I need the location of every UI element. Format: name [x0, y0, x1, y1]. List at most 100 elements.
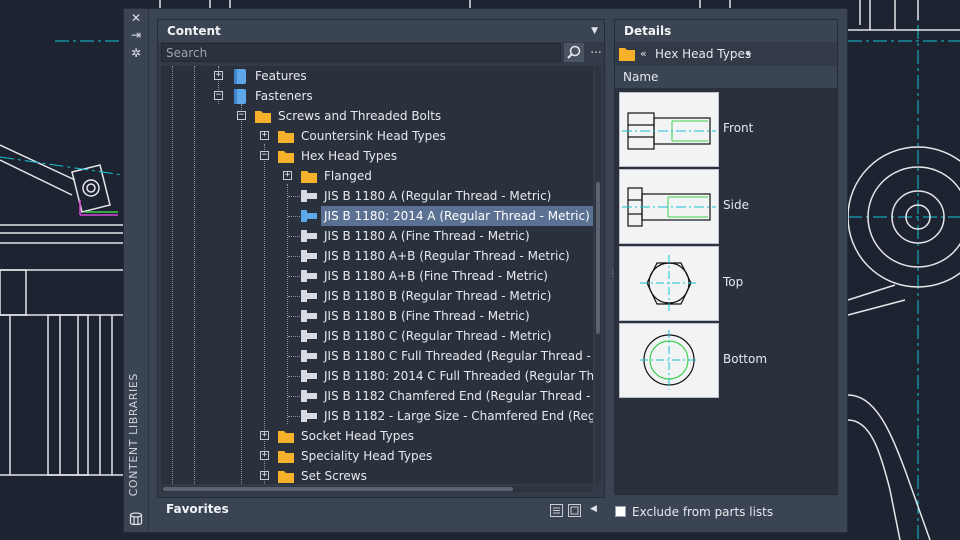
tree-item-label: JIS B 1180 A (Fine Thread - Metric)	[324, 229, 530, 243]
tree-item-bolt[interactable]: JIS B 1180 A (Fine Thread - Metric)	[161, 226, 593, 246]
view-label: Bottom	[723, 352, 768, 366]
tree-horizontal-scrollbar[interactable]	[161, 486, 593, 492]
tree-item-hex-head-types[interactable]: − Hex Head Types	[161, 146, 593, 166]
breadcrumb-forward-icon[interactable]: ▸	[747, 42, 752, 66]
side-view-thumbnail	[619, 169, 719, 244]
tree-item-label: Features	[255, 69, 307, 83]
content-tree: + Features − Fasteners − Screws and Thre…	[161, 66, 593, 484]
tree-item-bolt[interactable]: JIS B 1180 B (Regular Thread - Metric)	[161, 286, 593, 306]
tree-item-label: JIS B 1182 - Large Size - Chamfered End …	[324, 409, 593, 423]
tree-item-speciality-head-types[interactable]: + Speciality Head Types	[161, 446, 593, 466]
tree-item-bolt[interactable]: JIS B 1180 A+B (Regular Thread - Metric)	[161, 246, 593, 266]
view-label: Front	[723, 121, 754, 135]
tree-item-bolt[interactable]: JIS B 1180 B (Fine Thread - Metric)	[161, 306, 593, 326]
tree-item-label: JIS B 1180 A (Regular Thread - Metric)	[324, 189, 552, 203]
tree-item-bolt[interactable]: JIS B 1182 Chamfered End (Regular Thread…	[161, 386, 593, 406]
list-view-icon[interactable]	[550, 502, 563, 517]
bottom-view-thumbnail	[619, 323, 719, 398]
exclude-checkbox[interactable]	[615, 506, 626, 517]
tree-guide	[288, 376, 300, 377]
details-title: Details	[624, 24, 672, 38]
tree-guide	[288, 356, 300, 357]
palette-title: CONTENT LIBRARIES	[127, 372, 140, 496]
bolt-icon	[301, 370, 317, 382]
tree-item-bolt[interactable]: JIS B 1180 C (Regular Thread - Metric)	[161, 326, 593, 346]
search-input[interactable]	[161, 43, 561, 62]
details-header: Details	[615, 20, 837, 42]
view-item-side[interactable]: Side	[619, 169, 834, 245]
view-item-top[interactable]: Top	[619, 246, 834, 322]
search-row: ...	[161, 42, 603, 64]
tree-item-label: Screws and Threaded Bolts	[278, 109, 442, 123]
tree-vertical-scrollbar[interactable]	[595, 66, 601, 484]
tree-item-bolt[interactable]: JIS B 1180: 2014 C Full Threaded (Regula…	[161, 366, 593, 386]
collapse-arrow-icon[interactable]: ◀	[590, 498, 597, 520]
tree-item-bolt[interactable]: JIS B 1180 A+B (Fine Thread - Metric)	[161, 266, 593, 286]
expand-toggle-icon[interactable]: +	[283, 171, 292, 180]
tree-item-screws-and-threaded-bolts[interactable]: − Screws and Threaded Bolts	[161, 106, 593, 126]
search-icon[interactable]	[564, 43, 584, 62]
tree-guide	[288, 336, 300, 337]
bolt-icon	[301, 210, 317, 222]
tree-item-label: Speciality Head Types	[301, 449, 433, 463]
auto-hide-icon[interactable]: ⇥	[129, 28, 143, 42]
tree-item-label: JIS B 1180: 2014 C Full Threaded (Regula…	[324, 369, 593, 383]
tree-item-label: JIS B 1180 B (Regular Thread - Metric)	[324, 289, 552, 303]
expand-toggle-icon[interactable]: +	[214, 71, 223, 80]
tree-item-label: Socket Head Types	[301, 429, 414, 443]
bolt-icon	[301, 390, 317, 402]
expand-toggle-icon[interactable]: +	[260, 471, 269, 480]
tree-item-features[interactable]: + Features	[161, 66, 593, 86]
view-item-bottom[interactable]: Bottom	[619, 323, 834, 399]
folder-icon	[278, 451, 294, 463]
tree-item-label: JIS B 1180 C (Regular Thread - Metric)	[324, 329, 552, 343]
bolt-icon	[301, 290, 317, 302]
collapse-toggle-icon[interactable]: −	[214, 91, 223, 100]
expand-toggle-icon[interactable]: +	[260, 431, 269, 440]
library-icon[interactable]	[129, 512, 143, 526]
tree-item-bolt[interactable]: JIS B 1180 C Full Threaded (Regular Thre…	[161, 346, 593, 366]
view-label: Top	[723, 275, 744, 289]
breadcrumb-back-button[interactable]: «	[640, 42, 647, 66]
tree-item-bolt[interactable]: JIS B 1182 - Large Size - Chamfered End …	[161, 406, 593, 426]
properties-gear-icon[interactable]: ✲	[129, 46, 143, 60]
scrollbar-thumb[interactable]	[596, 182, 600, 334]
tree-item-label: Flanged	[324, 169, 372, 183]
tree-item-flanged[interactable]: + Flanged	[161, 166, 593, 186]
tree-item-label: JIS B 1182 Chamfered End (Regular Thread…	[324, 389, 593, 403]
tree-item-label: JIS B 1180: 2014 A (Regular Thread - Met…	[321, 206, 593, 226]
breadcrumb-current[interactable]: Hex Head Types	[655, 42, 751, 66]
palette-side-strip: ✕ ⇥ ✲ CONTENT LIBRARIES	[124, 9, 149, 532]
tree-item-bolt[interactable]: JIS B 1180 A (Regular Thread - Metric)	[161, 186, 593, 206]
tree-item-bolt-selected[interactable]: JIS B 1180: 2014 A (Regular Thread - Met…	[161, 206, 593, 226]
tree-item-fasteners[interactable]: − Fasteners	[161, 86, 593, 106]
expand-toggle-icon[interactable]: +	[260, 131, 269, 140]
folder-icon	[301, 171, 317, 183]
bolt-icon	[301, 410, 317, 422]
tree-item-label: JIS B 1180 C Full Threaded (Regular Thre…	[324, 349, 593, 363]
close-icon[interactable]: ✕	[129, 11, 143, 25]
collapse-toggle-icon[interactable]: −	[237, 111, 246, 120]
top-view-thumbnail	[619, 246, 719, 321]
expand-toggle-icon[interactable]: +	[260, 451, 269, 460]
icon-view-icon[interactable]	[568, 502, 581, 517]
folder-icon	[619, 48, 635, 61]
tree-item-label: Set Screws	[301, 469, 367, 483]
search-options-button[interactable]: ...	[589, 42, 603, 62]
tree-item-set-screws[interactable]: + Set Screws	[161, 466, 593, 484]
tree-item-countersink-head-types[interactable]: + Countersink Head Types	[161, 126, 593, 146]
bolt-icon	[301, 190, 317, 202]
bolt-icon	[301, 270, 317, 282]
tree-item-socket-head-types[interactable]: + Socket Head Types	[161, 426, 593, 446]
folder-icon	[278, 431, 294, 443]
folder-icon	[278, 151, 294, 163]
column-header-name[interactable]: Name	[615, 66, 837, 88]
column-header-label: Name	[623, 70, 659, 84]
splitter-grip-icon: ⋮	[609, 269, 617, 278]
view-item-front[interactable]: Front	[619, 92, 834, 168]
collapse-toggle-icon[interactable]: −	[260, 151, 269, 160]
content-menu-dropdown-icon[interactable]: ▼	[591, 20, 598, 42]
scrollbar-thumb[interactable]	[163, 487, 513, 491]
tree-item-label: JIS B 1180 B (Fine Thread - Metric)	[324, 309, 530, 323]
favorites-bar: Favorites ◀	[157, 497, 605, 520]
